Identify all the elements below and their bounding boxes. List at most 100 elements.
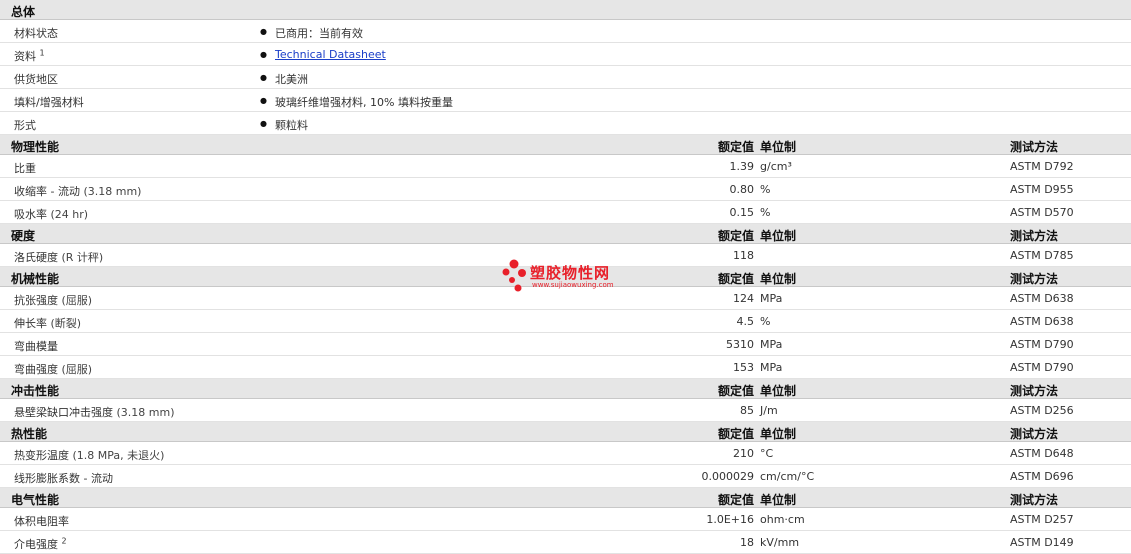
section-header: 总体 [0,0,1131,20]
bullet-icon: ● [260,50,267,59]
property-name: 形式 [14,117,36,133]
unit: kV/mm [760,536,800,549]
section-title: 物理性能 [11,140,60,154]
unit: ohm·cm [760,513,805,526]
property-label: 线形膨胀系数 - 流动 [14,472,113,485]
property-label: 弯曲模量 [14,340,58,353]
test-method: ASTM D256 [1010,404,1074,417]
section-header: 物理性能 额定值 单位制 测试方法 [0,135,1131,155]
nominal-value: 5310 [726,338,754,351]
table-row: 悬壁梁缺口冲击强度 (3.18 mm) 85 J/m ASTM D256 [0,399,1131,422]
bullet-icon: ● [260,27,267,36]
section-header: 冲击性能 额定值 单位制 测试方法 [0,379,1131,399]
property-label: 弯曲强度 [14,363,58,376]
nominal-value: 118 [733,249,754,262]
test-condition: (3.18 mm) [116,406,175,419]
value-column-header: 额定值 [717,493,754,507]
nominal-value: 124 [733,292,754,305]
section-title: 总体 [11,5,36,19]
unit-column-header: 单位制 [760,427,797,441]
property-name: 洛氏硬度 (R 计秤) [14,249,103,265]
property-label: 洛氏硬度 [14,251,58,264]
test-method: ASTM D149 [1010,536,1074,549]
table-row: 热变形温度 (1.8 MPa, 未退火) 210 °C ASTM D648 [0,442,1131,465]
table-row: 弯曲模量 5310 MPa ASTM D790 [0,333,1131,356]
nominal-value: 85 [740,404,754,417]
test-method: ASTM D257 [1010,513,1074,526]
property-name: 热变形温度 (1.8 MPa, 未退火) [14,447,164,463]
method-column-header: 测试方法 [1010,493,1059,507]
test-condition: (R 计秤) [61,251,104,264]
nominal-value: 0.15 [729,206,755,219]
general-value: Technical Datasheet [275,48,386,61]
unit: % [760,315,771,328]
test-method: ASTM D955 [1010,183,1074,196]
nominal-value: 1.39 [729,160,755,173]
table-row: 体积电阻率 1.0E+16 ohm·cm ASTM D257 [0,508,1131,531]
property-label: 吸水率 [14,208,47,221]
property-label: 伸长率 [14,317,47,330]
nominal-value: 210 [733,447,754,460]
general-value: 颗粒料 [275,117,308,133]
property-label: 介电强度 [14,538,58,551]
value-column-header: 额定值 [717,427,754,441]
value-column-header: 额定值 [717,140,754,154]
property-label: 体积电阻率 [14,515,69,528]
nominal-value: 0.80 [729,183,755,196]
watermark-logo: 塑胶物性网 www.sujiaowuxing.com [500,258,640,294]
table-row: 收缩率 - 流动 (3.18 mm) 0.80% ASTM D955 [0,178,1131,201]
section-title: 硬度 [11,229,36,243]
unit-column-header: 单位制 [760,384,797,398]
table-row: 吸水率 (24 hr) 0.15% ASTM D570 [0,201,1131,224]
table-row: 线形膨胀系数 - 流动 0.000029 cm/cm/°C ASTM D696 [0,465,1131,488]
property-label: 资料 [14,50,36,63]
general-value: 北美洲 [275,71,308,87]
unit: % [760,183,771,196]
test-condition: (3.18 mm) [83,185,142,198]
unit-column-header: 单位制 [760,493,797,507]
property-name: 弯曲强度 (屈服) [14,361,92,377]
test-condition: (24 hr) [50,208,89,221]
test-condition: (断裂) [50,317,82,330]
section-header: 热性能 额定值 单位制 测试方法 [0,422,1131,442]
test-condition: (屈服) [61,294,93,307]
unit: MPa [760,292,783,305]
test-method: ASTM D638 [1010,315,1074,328]
general-value-text: 玻璃纤维增强材料, 10% 填料按重量 [275,96,453,109]
property-name: 体积电阻率 [14,513,69,529]
general-value-text: 北美洲 [275,73,308,86]
property-label: 供货地区 [14,73,58,86]
test-condition: (屈服) [61,363,93,376]
value-column-header: 额定值 [717,384,754,398]
general-value: 已商用：当前有效 [275,25,363,41]
property-name: 吸水率 (24 hr) [14,206,88,222]
unit: °C [760,447,774,460]
nominal-value: 1.0E+16 [706,513,754,526]
property-name: 供货地区 [14,71,58,87]
general-value: 玻璃纤维增强材料, 10% 填料按重量 [275,94,453,110]
method-column-header: 测试方法 [1010,384,1059,398]
property-name: 抗张强度 (屈服) [14,292,92,308]
property-label: 填料/增强材料 [14,96,84,109]
table-row: 比重 1.39 g/cm³ ASTM D792 [0,155,1131,178]
table-row: 弯曲强度 (屈服) 153 MPa ASTM D790 [0,356,1131,379]
property-name: 介电强度 2 [14,536,67,552]
test-method: ASTM D785 [1010,249,1074,262]
watermark-url: www.sujiaowuxing.com [532,281,614,289]
method-column-header: 测试方法 [1010,229,1059,243]
test-method: ASTM D696 [1010,470,1074,483]
section-title: 冲击性能 [11,384,60,398]
unit: g/cm³ [760,160,792,173]
property-label: 比重 [14,162,36,175]
property-name: 收缩率 - 流动 (3.18 mm) [14,183,141,199]
unit: cm/cm/°C [760,470,815,483]
property-label: 形式 [14,119,36,132]
general-value-text: 已商用：当前有效 [275,27,363,40]
watermark-text: 塑胶物性网 [530,264,611,282]
section-title: 机械性能 [11,272,60,286]
unit-column-header: 单位制 [760,140,797,154]
property-label: 收缩率 - 流动 [14,185,80,198]
technical-datasheet-link[interactable]: Technical Datasheet [275,48,386,61]
test-method: ASTM D570 [1010,206,1074,219]
table-row: 形式 ● 颗粒料 [0,112,1131,135]
